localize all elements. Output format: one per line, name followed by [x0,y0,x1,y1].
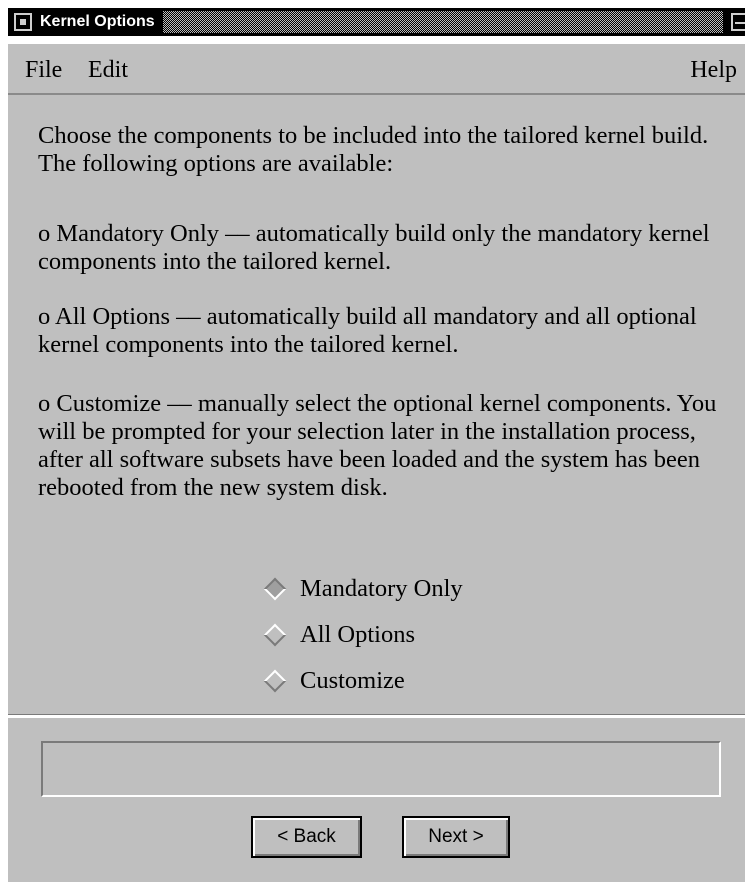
menu-file[interactable]: File [25,56,62,84]
description-customize: o Customize –– manually select the optio… [38,390,717,501]
radio-all-options[interactable]: All Options [260,612,463,658]
window-menu-button[interactable] [14,13,32,31]
kernel-option-radio-group: Mandatory Only All Options Customize [260,566,463,704]
menu-edit[interactable]: Edit [88,56,128,84]
window-title: Kernel Options [32,13,163,31]
window-menu-icon [20,19,26,25]
menu-help[interactable]: Help [690,56,737,84]
window-titlebar[interactable]: Kernel Options [8,8,745,36]
radio-label: All Options [300,621,416,648]
description-intro: Choose the components to be included int… [38,122,709,177]
radio-label: Mandatory Only [300,575,463,602]
dialog-body: File Edit Help Choose the components to … [8,44,745,882]
radio-customize[interactable]: Customize [260,658,463,704]
radio-label: Customize [300,667,405,694]
message-area [41,741,721,797]
menubar: File Edit Help [8,44,745,95]
description-all-options: o All Options –– automatically build all… [38,303,697,358]
next-button[interactable]: Next > [402,816,510,858]
radio-mandatory-only[interactable]: Mandatory Only [260,566,463,612]
radio-diamond-icon [263,577,287,601]
radio-diamond-icon [263,623,287,647]
radio-diamond-icon [263,669,287,693]
separator [8,714,745,718]
maximize-button[interactable] [731,13,745,31]
back-button[interactable]: < Back [251,816,362,858]
description-mandatory-only: o Mandatory Only –– automatically build … [38,220,710,275]
titlebar-stipple [162,11,723,33]
